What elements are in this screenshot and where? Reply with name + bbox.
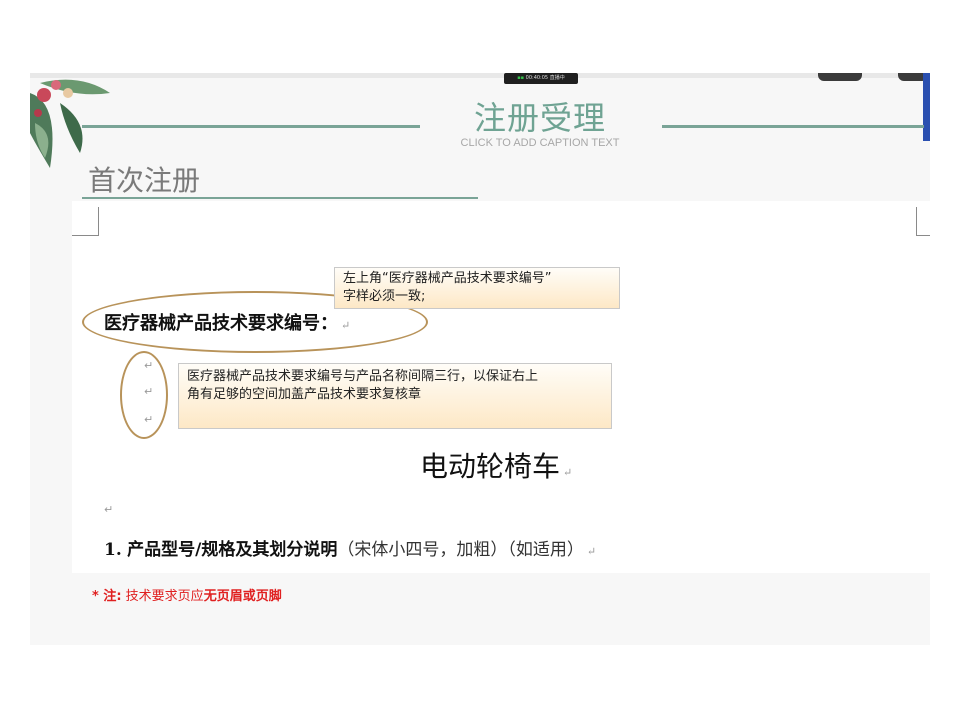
- paragraph-mark: ↵: [144, 385, 154, 398]
- return-mark: ↵: [586, 545, 597, 558]
- slide-subtitle: 首次注册: [88, 164, 201, 197]
- footnote: * 注: 技术要求页应无页眉或页脚: [92, 585, 282, 604]
- product-name: 电动轮椅车 ↵: [420, 445, 572, 485]
- live-signal-icon: ▪▪: [517, 75, 525, 81]
- callout-middle: 医疗器械产品技术要求编号与产品名称间隔三行，以保证右上 角有足够的空间加盖产品技…: [178, 363, 612, 429]
- footnote-prefix: * 注:: [92, 589, 122, 604]
- crop-mark-left: [72, 207, 99, 236]
- paragraph-mark: ↵: [104, 503, 114, 516]
- footnote-text: 技术要求页应: [125, 589, 204, 604]
- doc-heading-text: 医疗器械产品技术要求编号：: [104, 313, 338, 334]
- callout-middle-line2: 角有足够的空间加盖产品技术要求复核章: [187, 387, 422, 402]
- title-rule-left: [82, 125, 420, 128]
- callout-top-line2: 字样必须一致;: [343, 289, 426, 304]
- callout-top: 左上角“医疗器械产品技术要求编号” 字样必须一致;: [334, 267, 620, 309]
- return-mark: ↵: [341, 319, 351, 332]
- window-control-button[interactable]: [818, 73, 862, 81]
- crop-mark-right: [916, 207, 930, 236]
- footnote-emphasis: 无页眉或页脚: [203, 589, 282, 604]
- product-name-text: 电动轮椅车: [420, 450, 561, 483]
- paragraph-mark: ↵: [144, 413, 154, 426]
- callout-middle-line1: 医疗器械产品技术要求编号与产品名称间隔三行，以保证右上: [187, 369, 539, 384]
- recording-time: 00:40:05: [525, 75, 549, 81]
- document-page: 医疗器械产品技术要求编号： ↵ 左上角“医疗器械产品技术要求编号” 字样必须一致;…: [72, 201, 930, 573]
- recording-status: 直播中: [549, 75, 565, 81]
- subtitle-underline: [82, 197, 478, 199]
- title-rule-right: [662, 125, 924, 128]
- caption-placeholder[interactable]: CLICK TO ADD CAPTION TEXT: [410, 137, 670, 149]
- recording-indicator: ▪▪ 00:40:05 直播中: [504, 73, 578, 84]
- side-panel-edge: [923, 73, 930, 141]
- presentation-slide: ▪▪ 00:40:05 直播中 注册受理 CLICK TO ADD CAPTIO…: [30, 73, 930, 645]
- section-heading: 1. 产品型号/规格及其划分说明（宋体小四号，加粗）（如适用） ↵: [104, 535, 596, 560]
- paragraph-mark: ↵: [144, 359, 154, 372]
- doc-heading: 医疗器械产品技术要求编号： ↵: [104, 309, 350, 335]
- section-title: 产品型号/规格及其划分说明: [127, 540, 338, 560]
- slide-title: 注册受理: [473, 99, 606, 137]
- section-number: 1.: [104, 540, 122, 560]
- callout-top-line1: 左上角“医疗器械产品技术要求编号”: [343, 271, 552, 286]
- slide-top-strip: [30, 73, 930, 78]
- leaves-decoration-icon: [30, 79, 110, 168]
- section-note: （宋体小四号，加粗）（如适用）: [337, 540, 584, 560]
- return-mark: ↵: [563, 466, 573, 479]
